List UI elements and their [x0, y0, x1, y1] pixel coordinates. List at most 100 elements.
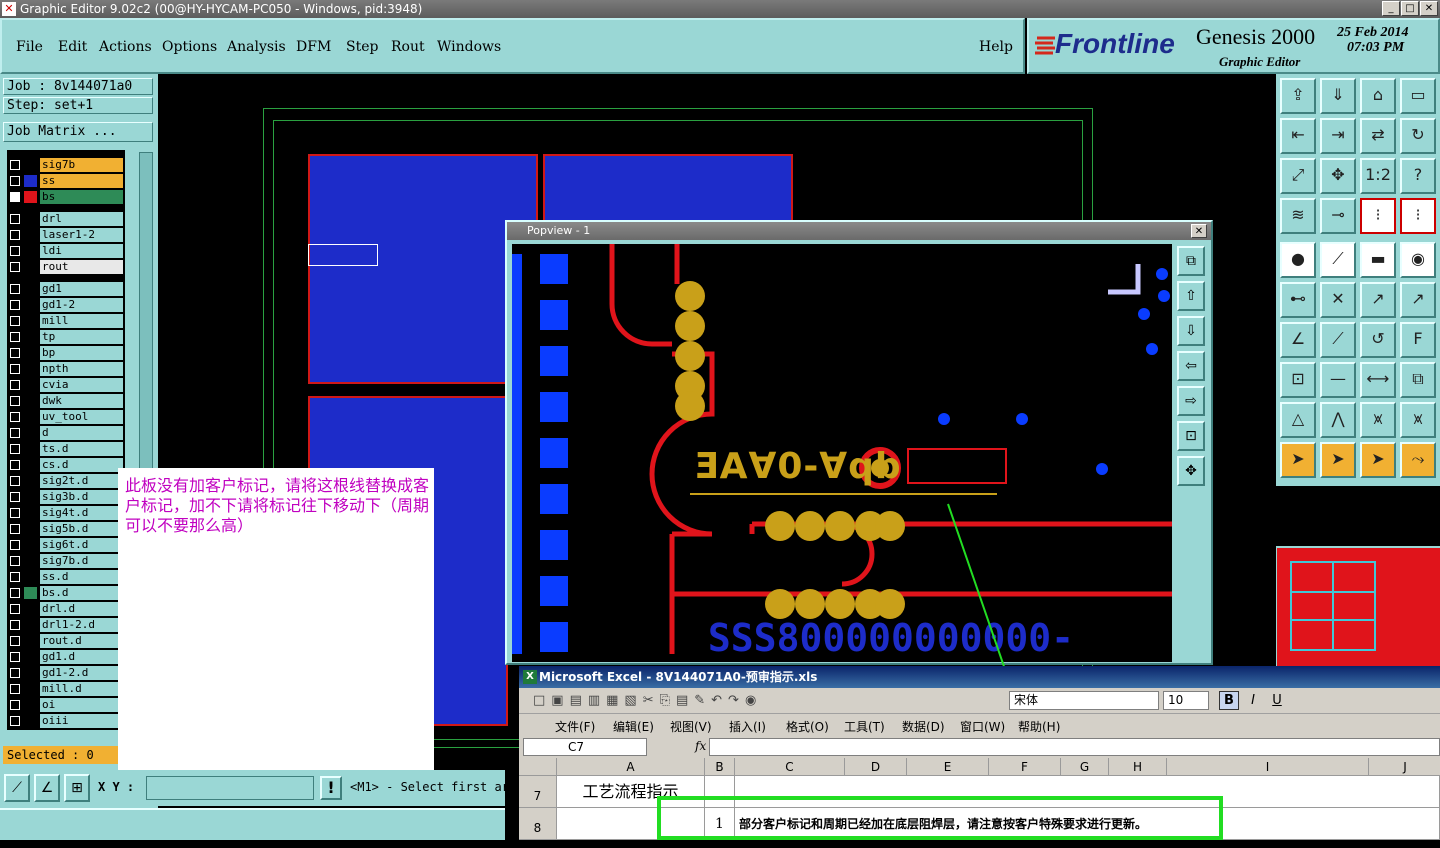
layer-row[interactable]: dwk	[7, 394, 125, 408]
italic-button[interactable]: I	[1243, 691, 1263, 710]
layer-name[interactable]: cvia	[40, 378, 123, 392]
layer-name[interactable]: gd1.d	[40, 650, 123, 664]
layer-name[interactable]: mill.d	[40, 682, 123, 696]
layer-row[interactable]: uv_tool	[7, 410, 125, 424]
draw-line-icon[interactable]: ⟋	[1320, 242, 1356, 278]
column-header[interactable]: H	[1109, 758, 1167, 776]
excel-title-bar[interactable]: Microsoft Excel - 8V144071A0-预审指示.xls	[519, 666, 1440, 688]
shrink-icon[interactable]: ✥	[1320, 158, 1356, 194]
layer-row[interactable]: sig2t.d	[7, 474, 125, 488]
formula-bar[interactable]	[709, 738, 1440, 756]
layer-checkbox[interactable]	[10, 230, 20, 240]
layer-row[interactable]: ts.d	[7, 442, 125, 456]
layer-row[interactable]: bs.d	[7, 586, 125, 600]
layer-name[interactable]: uv_tool	[40, 410, 123, 424]
layer-row[interactable]: d	[7, 426, 125, 440]
layer-row[interactable]: npth	[7, 362, 125, 376]
layer-name[interactable]: bs	[40, 190, 123, 204]
layer-row[interactable]: bp	[7, 346, 125, 360]
home-up-icon[interactable]: ⇪	[1280, 78, 1316, 114]
layer-row[interactable]: mill.d	[7, 682, 125, 696]
xy-input[interactable]	[146, 776, 314, 800]
pad-icon[interactable]: ●	[1280, 242, 1316, 278]
alert-icon[interactable]: !	[320, 776, 342, 800]
layer-name[interactable]: drl1-2.d	[40, 618, 123, 632]
layer-name[interactable]: sig2t.d	[40, 474, 123, 488]
excel-menu-item[interactable]: 窗口(W)	[960, 718, 1005, 735]
layer-checkbox[interactable]	[10, 572, 20, 582]
center-icon[interactable]: ✥	[1177, 456, 1205, 486]
pan-left-icon[interactable]: ⇦	[1177, 351, 1205, 381]
peak-icon[interactable]: ⋀	[1320, 402, 1356, 438]
font-size-select[interactable]: 10	[1163, 691, 1209, 710]
menu-edit[interactable]: Edit	[58, 39, 87, 55]
slash-icon[interactable]: ⟋	[1320, 322, 1356, 358]
export-icon[interactable]: ⇥	[1320, 118, 1356, 154]
layer-row[interactable]: bs	[7, 190, 125, 204]
select-all-corner[interactable]	[519, 758, 557, 776]
layer-checkbox[interactable]	[10, 652, 20, 662]
layer-name[interactable]: cs.d	[40, 458, 123, 472]
frame-icon[interactable]: ▭	[1400, 78, 1436, 114]
arch-icon[interactable]: ⩙	[1360, 402, 1396, 438]
close-button[interactable]: ✕	[1420, 1, 1438, 16]
layer-checkbox[interactable]	[10, 620, 20, 630]
zoom-box-icon[interactable]: ⊡	[1177, 421, 1205, 451]
layer-name[interactable]: drl.d	[40, 602, 123, 616]
row-header[interactable]: 7	[519, 776, 557, 808]
panel-red-icon[interactable]: ⁝	[1360, 198, 1396, 234]
layer-row[interactable]: laser1-2	[7, 228, 125, 242]
layer-checkbox[interactable]	[10, 380, 20, 390]
layer-row[interactable]: cs.d	[7, 458, 125, 472]
layer-name[interactable]: laser1-2	[40, 228, 123, 242]
layer-row[interactable]: ss.d	[7, 570, 125, 584]
menu-step[interactable]: Step	[346, 39, 378, 55]
layer-checkbox[interactable]	[10, 428, 20, 438]
column-header[interactable]: A	[557, 758, 705, 776]
layer-checkbox[interactable]	[10, 284, 20, 294]
layer-name[interactable]: sig7b	[40, 158, 123, 172]
cross-icon[interactable]: ✕	[1320, 282, 1356, 318]
popview-close-button[interactable]: ✕	[1191, 224, 1207, 238]
help-icon[interactable]: ?	[1400, 158, 1436, 194]
grid-icon[interactable]: ⊞	[64, 774, 90, 802]
layer-checkbox[interactable]	[10, 524, 20, 534]
layer-checkbox[interactable]	[10, 684, 20, 694]
arc-icon[interactable]: ↺	[1360, 322, 1396, 358]
layer-row[interactable]: gd1-2	[7, 298, 125, 312]
menu-dfm[interactable]: DFM	[296, 39, 331, 55]
triangle-icon[interactable]: △	[1280, 402, 1316, 438]
layer-row[interactable]: cvia	[7, 378, 125, 392]
scale-icon[interactable]: 1:2	[1360, 158, 1396, 194]
route-icon[interactable]: ≋	[1280, 198, 1316, 234]
layer-name[interactable]: mill	[40, 314, 123, 328]
layer-name[interactable]: ss.d	[40, 570, 123, 584]
expand-icon[interactable]: ⤢	[1280, 158, 1316, 194]
layer-checkbox[interactable]	[10, 476, 20, 486]
layer-checkbox[interactable]	[10, 396, 20, 406]
angle-icon[interactable]: ∠	[34, 774, 60, 802]
layer-checkbox[interactable]	[10, 444, 20, 454]
layer-checkbox[interactable]	[10, 636, 20, 646]
layer-row[interactable]: oi	[7, 698, 125, 712]
layer-row[interactable]: drl1-2.d	[7, 618, 125, 632]
layer-name[interactable]: rout	[40, 260, 123, 274]
layer-name[interactable]: rout.d	[40, 634, 123, 648]
column-header[interactable]: G	[1061, 758, 1109, 776]
column-header[interactable]: I	[1167, 758, 1369, 776]
menu-file[interactable]: File	[16, 39, 43, 55]
layer-checkbox[interactable]	[10, 316, 20, 326]
layer-name[interactable]: bp	[40, 346, 123, 360]
layer-checkbox[interactable]	[10, 364, 20, 374]
column-header[interactable]: B	[705, 758, 735, 776]
layer-row[interactable]: drl.d	[7, 602, 125, 616]
layer-row[interactable]: sig7b	[7, 158, 125, 172]
layer-name[interactable]: npth	[40, 362, 123, 376]
move2-icon[interactable]: ↗	[1400, 282, 1436, 318]
layer-name[interactable]: sig5b.d	[40, 522, 123, 536]
layer-name[interactable]: sig6t.d	[40, 538, 123, 552]
move-icon[interactable]: ↗	[1360, 282, 1396, 318]
layer-row[interactable]: sig5b.d	[7, 522, 125, 536]
layer-checkbox[interactable]	[10, 300, 20, 310]
layer-checkbox[interactable]	[10, 348, 20, 358]
